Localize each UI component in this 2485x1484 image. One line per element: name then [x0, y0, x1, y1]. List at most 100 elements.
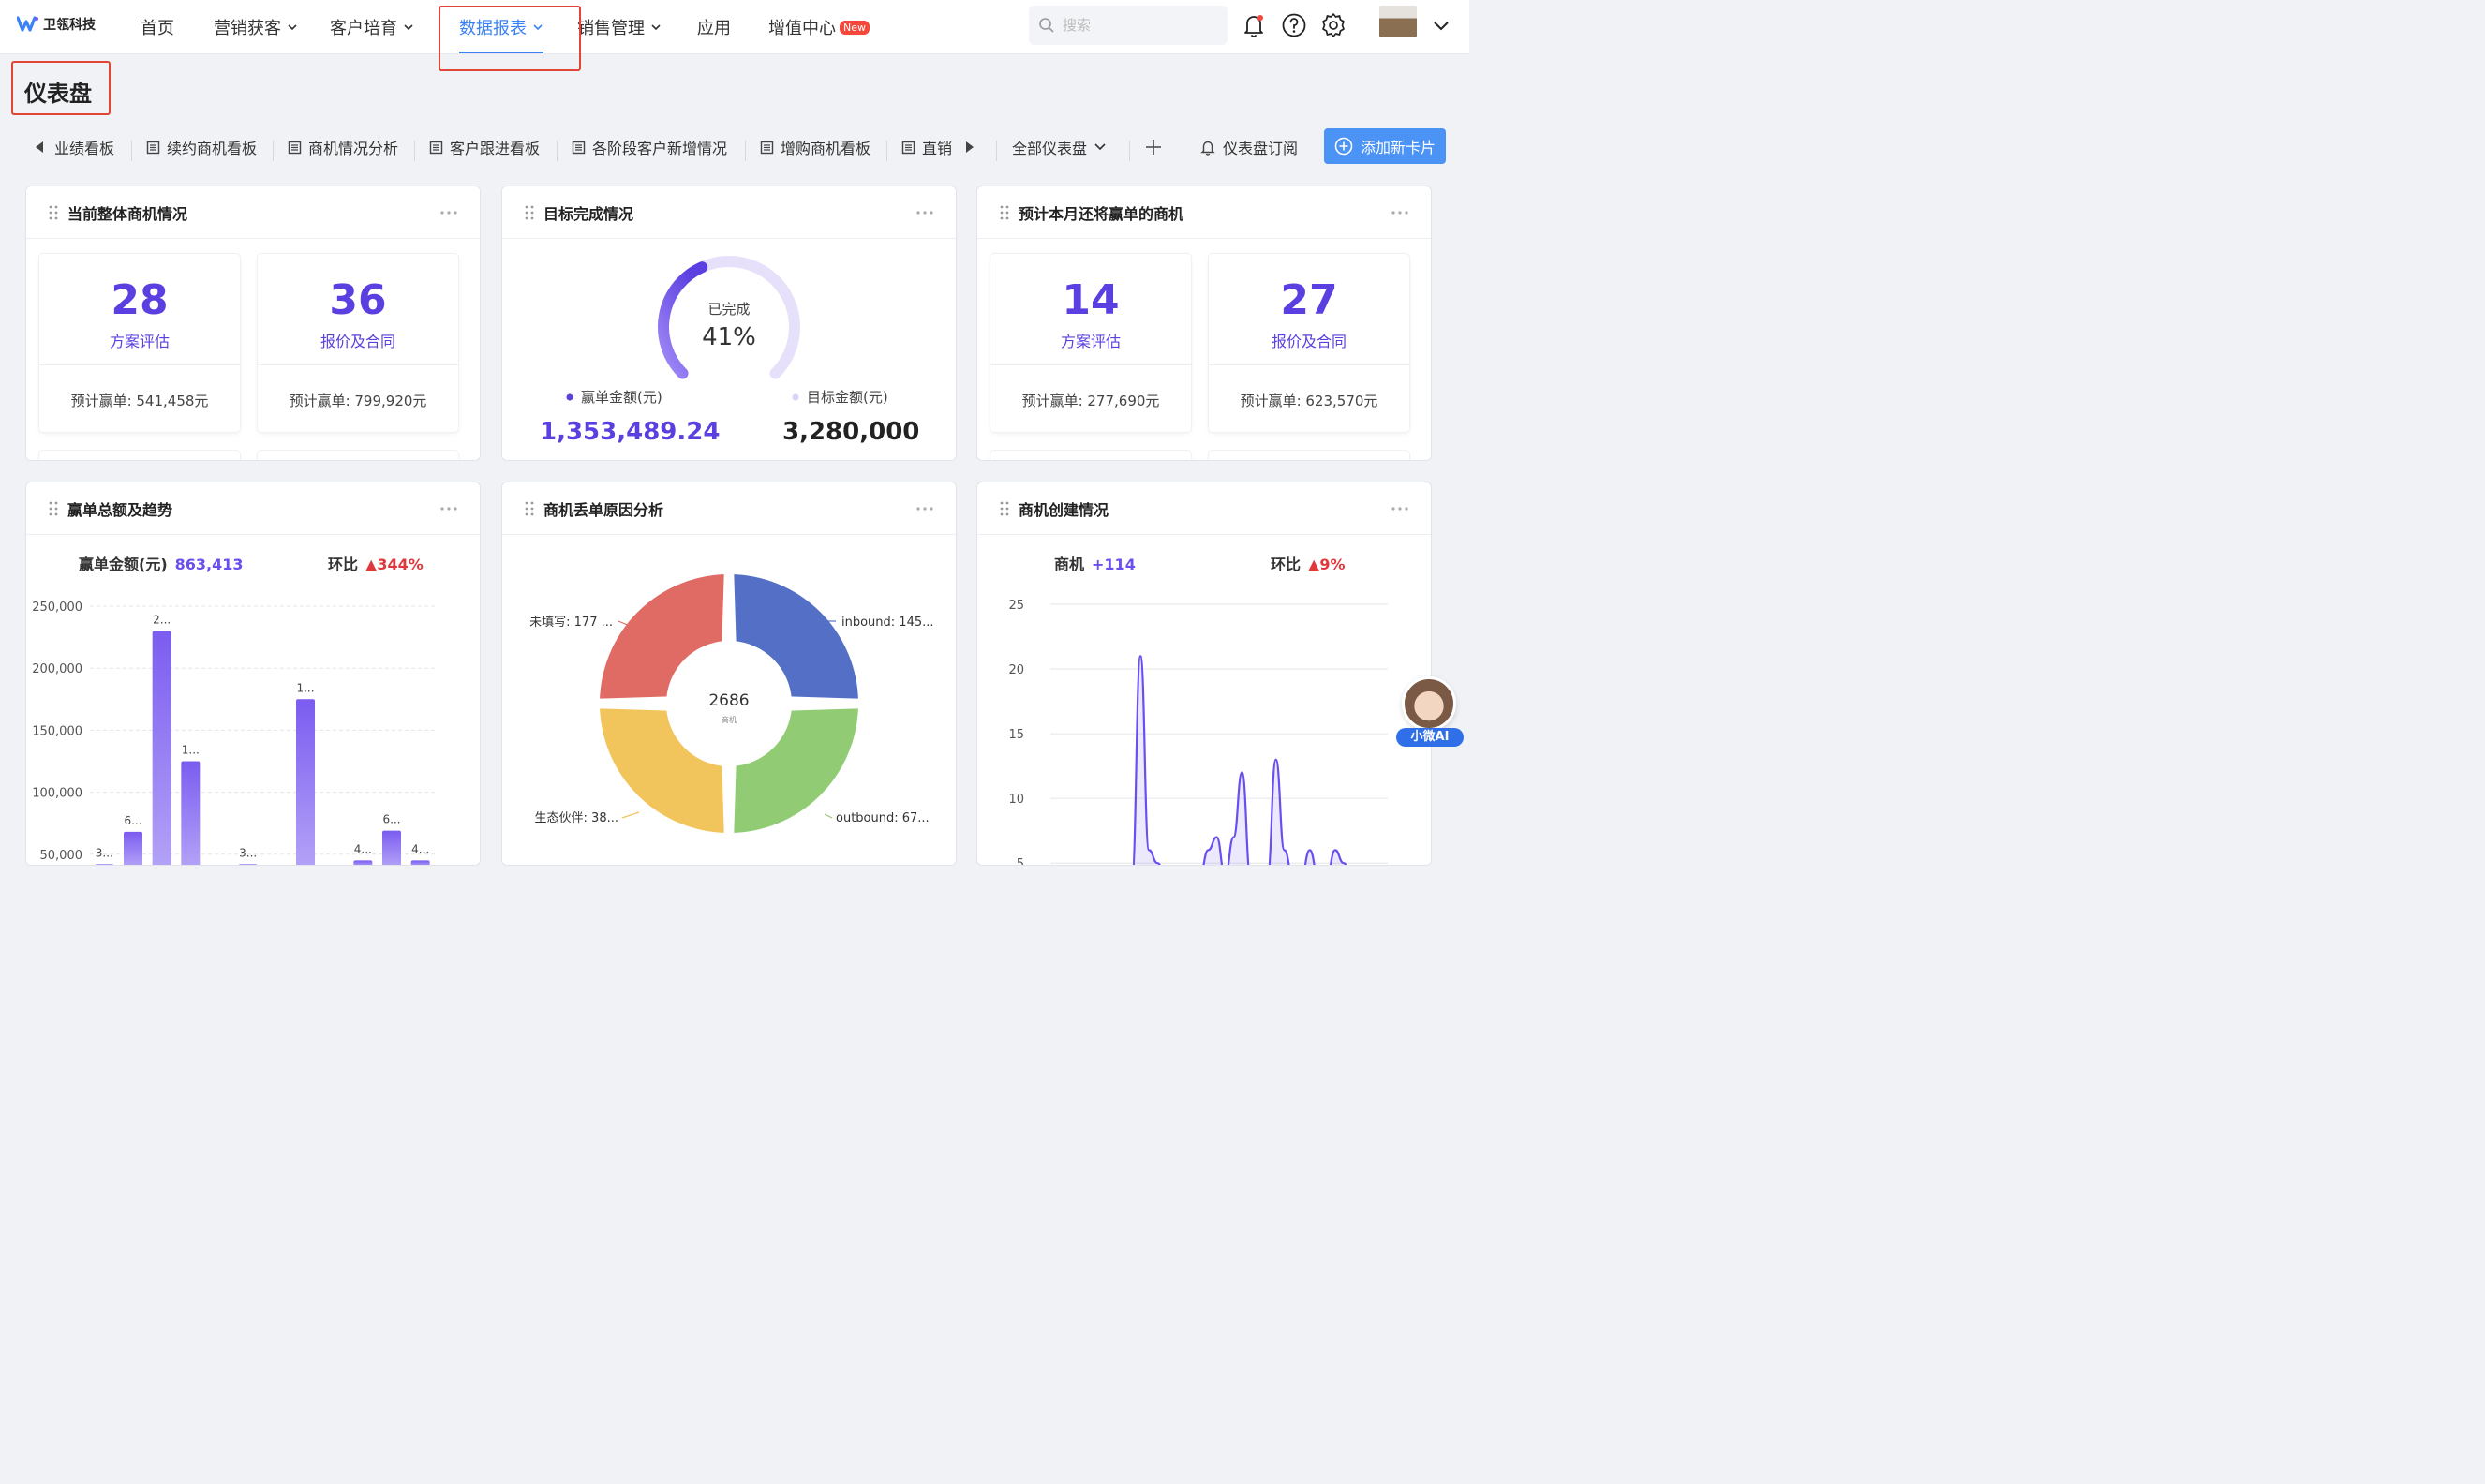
created-mom-kpi: 环比 ▲9% [1271, 552, 1345, 574]
scroll-left-icon[interactable] [34, 141, 45, 154]
logo-icon [17, 16, 38, 32]
card-title: 预计本月还将赢单的商机 [1019, 204, 1184, 223]
bar [95, 864, 114, 865]
bar-data-label: 4... [411, 842, 429, 855]
tab-label: 直销 [922, 140, 953, 157]
nav-apps[interactable]: 应用 [697, 0, 731, 54]
divider [745, 141, 746, 161]
tab-upsell[interactable]: 增购商机看板 [760, 127, 870, 167]
highlight-box [439, 6, 581, 71]
all-dashboards-dropdown[interactable]: 全部仪表盘 [1012, 127, 1107, 167]
stat-label: 方案评估 [109, 333, 170, 350]
plus-icon[interactable] [1144, 138, 1163, 156]
gauge-progress [658, 261, 708, 379]
nav-sales[interactable]: 销售管理 [577, 0, 662, 54]
bar-data-label: 3... [96, 846, 113, 859]
nav-value-center[interactable]: 增值中心 New [768, 0, 870, 54]
card-title: 商机创建情况 [1019, 500, 1109, 519]
dashboard-subscribe[interactable]: 仪表盘订阅 [1199, 127, 1298, 167]
tab-direct-sales[interactable]: 直销 [901, 127, 952, 167]
tab-renewal[interactable]: 续约商机看板 [146, 127, 257, 167]
stat-tile[interactable]: 27 报价及合同 预计赢单: 623,570元 [1209, 254, 1409, 432]
won-amount-kpi: 赢单金额(元) 863,413 [79, 552, 244, 574]
nav-nurture[interactable]: 客户培育 [330, 0, 414, 54]
stat-value: 36 [329, 276, 387, 324]
brand-logo[interactable]: 卫瓴科技 [17, 15, 96, 34]
won-bar-chart: 250,000 200,000 150,000 100,000 50,000 3... 6.… [32, 601, 435, 865]
more-icon[interactable] [440, 507, 457, 511]
more-icon[interactable] [440, 211, 457, 215]
bar [410, 860, 430, 865]
chevron-down-icon[interactable] [1432, 19, 1451, 34]
add-card-button[interactable]: 添加新卡片 [1324, 128, 1446, 164]
tab-stage-new-customers[interactable]: 各阶段客户新增情况 [572, 127, 727, 167]
y-tick-label: 10 [1008, 793, 1024, 807]
user-avatar[interactable] [1379, 6, 1417, 37]
more-icon[interactable] [916, 211, 933, 215]
creation-area-chart: 25 20 15 10 5 [1008, 599, 1388, 865]
stat-tile[interactable]: 14 方案评估 预计赢单: 277,690元 [990, 254, 1191, 432]
stat-label: 报价及合同 [1271, 333, 1347, 350]
assistant-avatar [1402, 676, 1456, 731]
bar-data-label: 4... [354, 842, 372, 855]
divider [1209, 364, 1409, 365]
bar-data-label: 2... [153, 613, 171, 626]
won-label: 赢单金额(元) [581, 389, 662, 406]
y-tick-label: 20 [1008, 663, 1024, 677]
target-label: 目标金额(元) [807, 389, 888, 406]
search-input[interactable] [1063, 17, 1213, 34]
nav-home[interactable]: 首页 [141, 0, 174, 54]
tab-label: 商机情况分析 [308, 140, 399, 157]
tab-label: 增购商机看板 [781, 140, 871, 157]
bell-icon [1200, 141, 1215, 156]
stat-forecast: 预计赢单: 541,458元 [70, 393, 209, 409]
scroll-right-icon[interactable] [964, 141, 975, 154]
drag-handle-icon[interactable] [525, 501, 534, 516]
plus-circle-icon [1334, 137, 1353, 156]
stat-tile[interactable]: 28 方案评估 预计赢单: 541,458元 [39, 254, 240, 432]
drag-handle-icon[interactable] [1000, 501, 1009, 516]
kpi-change: ▲9% [1308, 556, 1346, 573]
more-icon[interactable] [1391, 211, 1408, 215]
card-header: 商机创建情况 [977, 482, 1431, 535]
label-leader-line [621, 811, 640, 819]
stat-label: 方案评估 [1060, 333, 1121, 350]
tab-customer-followup[interactable]: 客户跟进看板 [429, 127, 540, 167]
card-title: 商机丢单原因分析 [543, 500, 664, 519]
bar [238, 864, 258, 865]
card-header: 预计本月还将赢单的商机 [977, 186, 1431, 239]
tab-label: 续约商机看板 [167, 140, 258, 157]
drag-handle-icon[interactable] [1000, 205, 1009, 220]
bell-icon[interactable] [1240, 11, 1268, 39]
document-icon [901, 141, 915, 154]
add-card-label: 添加新卡片 [1360, 139, 1436, 156]
nav-marketing[interactable]: 营销获客 [214, 0, 298, 54]
more-icon[interactable] [1391, 507, 1408, 511]
drag-handle-icon[interactable] [525, 205, 534, 220]
kpi-change: ▲344% [365, 556, 424, 573]
help-icon[interactable] [1280, 11, 1308, 39]
search-box[interactable] [1029, 6, 1228, 45]
gear-icon[interactable] [1319, 11, 1347, 39]
divider [996, 141, 997, 161]
stat-tile[interactable]: 36 报价及合同 预计赢单: 799,920元 [258, 254, 458, 432]
card-target-completion: 目标完成情况 已完成 41% 赢单金额(元) 1,353,489.24 目标金额… [501, 186, 957, 461]
bar-data-label: 1... [296, 681, 314, 694]
divider [273, 141, 274, 161]
drag-handle-icon[interactable] [49, 205, 58, 220]
kpi-value: 863,413 [174, 556, 244, 573]
divider [557, 141, 558, 161]
ai-assistant-button[interactable]: 小微AI [1396, 676, 1464, 749]
kpi-label: 环比 [328, 556, 359, 573]
bar [152, 631, 171, 865]
drag-handle-icon[interactable] [49, 501, 58, 516]
bar [353, 860, 373, 865]
nav-label: 应用 [697, 19, 731, 38]
tab-opportunity-analysis[interactable]: 商机情况分析 [288, 127, 398, 167]
y-tick-label: 100,000 [32, 787, 82, 801]
tab-performance[interactable]: 业绩看板 [54, 127, 114, 167]
subscribe-label: 仪表盘订阅 [1223, 140, 1299, 157]
stat-value: 28 [111, 276, 169, 324]
donut-slice [728, 569, 864, 705]
more-icon[interactable] [916, 507, 933, 511]
